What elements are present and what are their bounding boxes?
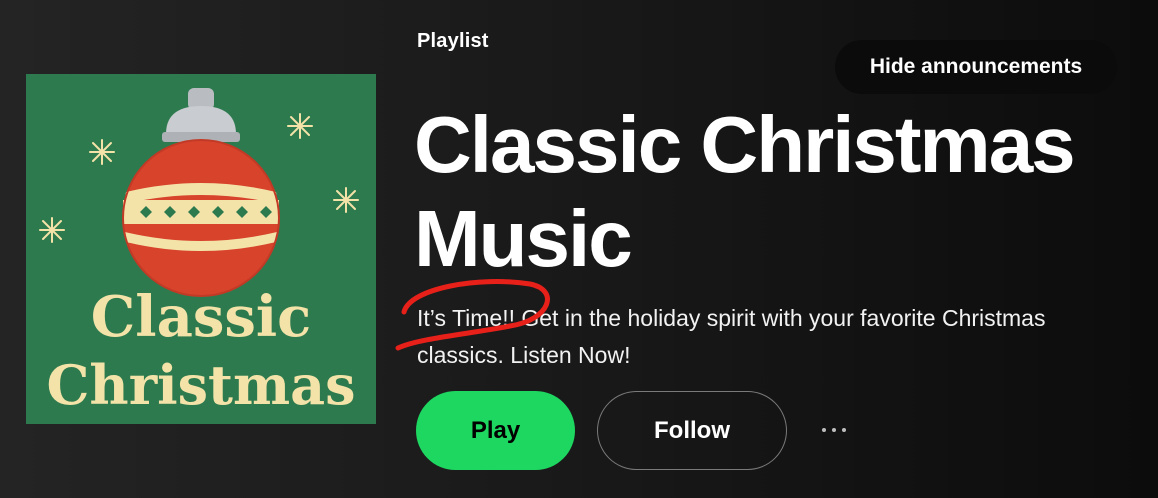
playlist-type-label: Playlist [417, 30, 489, 52]
dot [832, 428, 836, 432]
follow-button[interactable]: Follow [597, 391, 787, 470]
more-options-icon[interactable] [812, 412, 856, 448]
cover-title-line2: Christmas [46, 353, 355, 417]
cover-title-line1: Classic [91, 284, 312, 350]
dot [842, 428, 846, 432]
hide-announcements-button[interactable]: Hide announcements [835, 40, 1117, 94]
playlist-description: It’s Time!! Get in the holiday spirit wi… [417, 305, 1046, 368]
page-title: Classic Christmas Music [414, 100, 1076, 283]
ornament-illustration: Classic Christmas [26, 74, 376, 424]
dot [822, 428, 826, 432]
playlist-cover-art: Classic Christmas [26, 74, 376, 424]
play-button[interactable]: Play [416, 391, 575, 470]
